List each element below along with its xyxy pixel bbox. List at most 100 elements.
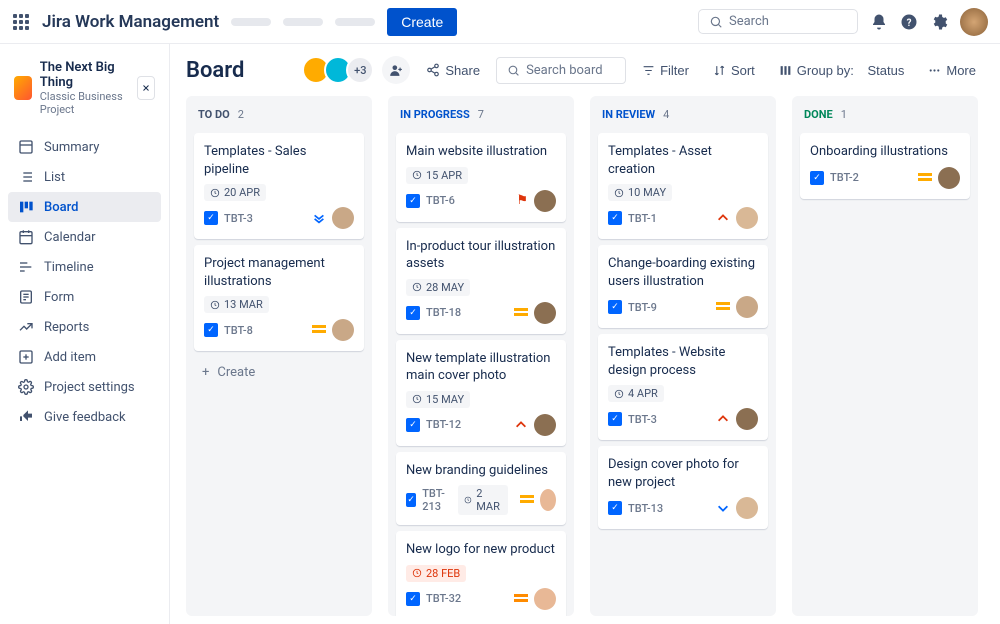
notifications-icon[interactable] [870, 13, 888, 31]
project-header: The Next Big Thing Classic Business Proj… [8, 60, 161, 132]
card-footer: ✓TBT-2132 MAR [406, 485, 556, 515]
assignee-avatar[interactable] [332, 319, 354, 341]
share-button[interactable]: Share [418, 58, 488, 83]
task-type-icon: ✓ [608, 501, 622, 515]
nav-placeholder[interactable] [231, 18, 271, 26]
sidebar-item-board[interactable]: Board [8, 192, 161, 222]
board-columns: TO DO 2 Templates - Sales pipeline20 APR✓T… [186, 96, 984, 616]
settings-icon[interactable] [930, 13, 948, 31]
card[interactable]: In-product tour illustration assets28 MA… [396, 228, 566, 334]
card-title: New branding guidelines [406, 462, 556, 480]
board-header: Board +3 Share Search board Filter Sort … [186, 56, 984, 84]
project-action-icon[interactable] [137, 76, 155, 100]
priority-icon [716, 300, 730, 314]
card-title: New logo for new product [406, 541, 556, 559]
search-board-input[interactable]: Search board [496, 57, 626, 84]
sidebar-item-list[interactable]: List [8, 162, 161, 192]
assignee-avatar[interactable] [540, 489, 556, 511]
topbar: Jira Work Management Create Search ? [0, 0, 1000, 44]
column-title: IN PROGRESS [400, 108, 470, 121]
column-count: 2 [238, 108, 244, 121]
column-header: IN PROGRESS7 [396, 104, 566, 127]
card[interactable]: Templates - Sales pipeline20 APR✓TBT-3 [194, 133, 364, 239]
flag-icon: ⚑ [516, 193, 528, 208]
card-footer: ✓TBT-6⚑ [406, 190, 556, 212]
product-logo[interactable]: Jira Work Management [42, 12, 219, 32]
sidebar-item-timeline[interactable]: Timeline [8, 252, 161, 282]
sidebar-item-label: Give feedback [44, 410, 126, 425]
global-search-input[interactable]: Search [698, 9, 858, 34]
group-by-button[interactable]: Group by: Status [771, 58, 913, 83]
search-placeholder: Search [729, 14, 769, 29]
sidebar-item-add-item[interactable]: Add item [8, 342, 161, 372]
card[interactable]: Change-boarding existing users illustrat… [598, 245, 768, 328]
nav-placeholder[interactable] [335, 18, 375, 26]
card[interactable]: Templates - Website design process4 APR✓… [598, 334, 768, 440]
date-pill: 10 MAY [608, 184, 672, 201]
card-key: TBT-8 [224, 324, 253, 337]
sidebar-item-project-settings[interactable]: Project settings [8, 372, 161, 402]
priority-icon [514, 592, 528, 606]
task-type-icon: ✓ [810, 171, 824, 185]
sidebar-item-reports[interactable]: Reports [8, 312, 161, 342]
card[interactable]: Main website illustration15 APR✓TBT-6⚑ [396, 133, 566, 222]
task-type-icon: ✓ [204, 211, 218, 225]
sidebar-item-calendar[interactable]: Calendar [8, 222, 161, 252]
assignee-avatar[interactable] [736, 497, 758, 519]
card[interactable]: New template illustration main cover pho… [396, 340, 566, 446]
assignee-avatar[interactable] [736, 296, 758, 318]
card-title: In-product tour illustration assets [406, 238, 556, 273]
card-footer: ✓ TBT-8 [204, 319, 354, 341]
filter-button[interactable]: Filter [634, 58, 697, 83]
create-button[interactable]: Create [387, 8, 457, 36]
card[interactable]: Templates - Asset creation10 MAY✓TBT-1 [598, 133, 768, 239]
project-name: The Next Big Thing [40, 60, 129, 90]
task-type-icon: ✓ [204, 323, 218, 337]
card[interactable]: New logo for new product28 FEB✓TBT-32 [396, 531, 566, 616]
sidebar-item-label: Reports [44, 320, 89, 335]
card[interactable]: New branding guidelines ✓TBT-2132 MAR [396, 452, 566, 526]
priority-icon [520, 493, 534, 507]
more-button[interactable]: More [920, 58, 984, 83]
assignee-avatar[interactable] [938, 167, 960, 189]
task-type-icon: ✓ [406, 592, 420, 606]
column-title: TO DO [198, 108, 230, 121]
card-key: TBT-18 [426, 306, 461, 319]
card-key: TBT-213 [422, 487, 452, 513]
sidebar-item-label: Timeline [44, 260, 94, 275]
nav-placeholder[interactable] [283, 18, 323, 26]
create-issue-button[interactable]: +Create [194, 357, 364, 388]
card-key: TBT-6 [426, 194, 455, 207]
avatar-stack[interactable]: +3 [308, 56, 374, 84]
card-key: TBT-32 [426, 592, 461, 605]
sidebar-item-label: Calendar [44, 230, 96, 245]
column-inreview: IN REVIEW4Templates - Asset creation10 M… [590, 96, 776, 616]
assignee-avatar[interactable] [534, 302, 556, 324]
column-done: DONE1Onboarding illustrations✓TBT-2 [792, 96, 978, 616]
sidebar-item-form[interactable]: Form [8, 282, 161, 312]
card[interactable]: Onboarding illustrations✓TBT-2 [800, 133, 970, 199]
profile-avatar[interactable] [960, 8, 988, 36]
sidebar-item-summary[interactable]: Summary [8, 132, 161, 162]
assignee-avatar[interactable] [534, 588, 556, 610]
sidebar-item-give-feedback[interactable]: Give feedback [8, 402, 161, 432]
card-title: New template illustration main cover pho… [406, 350, 556, 385]
help-icon[interactable]: ? [900, 13, 918, 31]
avatar-overflow[interactable]: +3 [346, 56, 374, 84]
assignee-avatar[interactable] [534, 190, 556, 212]
assignee-avatar[interactable] [332, 207, 354, 229]
assignee-avatar[interactable] [736, 207, 758, 229]
summary-icon [18, 139, 34, 155]
card[interactable]: Project management illustrations13 MAR✓T… [194, 245, 364, 351]
assignee-avatar[interactable] [736, 408, 758, 430]
sort-button[interactable]: Sort [705, 58, 763, 83]
assignee-avatar[interactable] [534, 414, 556, 436]
priority-icon [716, 412, 730, 426]
settings-icon [18, 379, 34, 395]
add-people-icon[interactable] [382, 56, 410, 84]
apps-switcher-icon[interactable] [12, 13, 30, 31]
card[interactable]: Design cover photo for new project✓TBT-1… [598, 446, 768, 529]
card-footer: ✓TBT-18 [406, 302, 556, 324]
sidebar: The Next Big Thing Classic Business Proj… [0, 44, 170, 624]
additem-icon [18, 349, 34, 365]
